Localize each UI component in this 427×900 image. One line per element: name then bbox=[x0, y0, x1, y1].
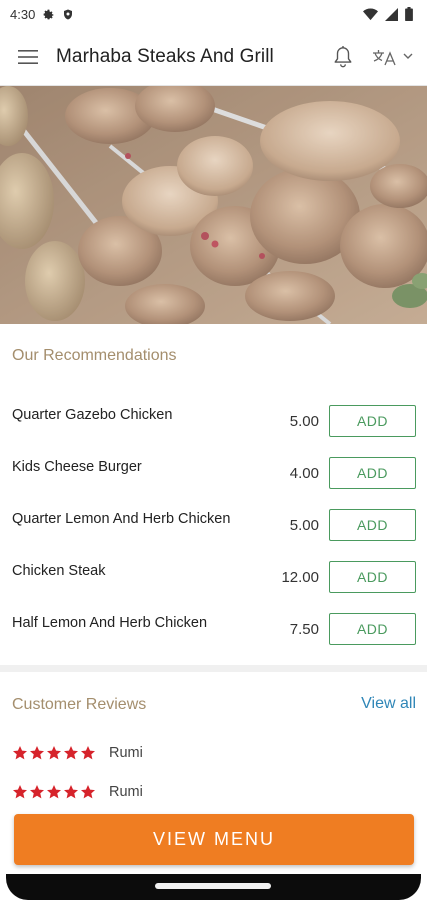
status-right bbox=[363, 7, 413, 21]
hero-food-image bbox=[0, 86, 427, 324]
view-menu-button[interactable]: VIEW MENU bbox=[14, 814, 414, 865]
signal-icon bbox=[385, 7, 398, 21]
star-icon bbox=[64, 785, 78, 799]
notifications-button[interactable] bbox=[323, 28, 363, 86]
review-item: Rumi bbox=[12, 784, 143, 800]
status-bar: 4:30 bbox=[0, 0, 427, 28]
reviews-title: Customer Reviews bbox=[12, 696, 147, 713]
list-item: Quarter Lemon And Herb Chicken 5.00 ADD bbox=[0, 497, 427, 549]
reviewer-name: Rumi bbox=[109, 745, 143, 761]
item-name: Quarter Lemon And Herb Chicken bbox=[12, 511, 231, 527]
review-item: Rumi bbox=[12, 745, 143, 761]
gesture-handle[interactable] bbox=[155, 883, 271, 889]
list-item: Half Lemon And Herb Chicken 7.50 ADD bbox=[0, 601, 427, 653]
star-icon bbox=[81, 785, 95, 799]
app-bar: Marhaba Steaks And Grill bbox=[0, 28, 427, 86]
status-time: 4:30 bbox=[10, 6, 36, 22]
menu-button[interactable] bbox=[0, 28, 56, 86]
star-rating bbox=[12, 784, 96, 800]
star-icon bbox=[30, 746, 44, 760]
item-name: Half Lemon And Herb Chicken bbox=[12, 615, 208, 631]
add-button[interactable]: ADD bbox=[329, 405, 416, 437]
recommendations-list: Quarter Gazebo Chicken 5.00 ADD Kids Che… bbox=[0, 393, 427, 653]
bell-icon bbox=[334, 45, 352, 67]
item-price: 5.00 bbox=[289, 517, 319, 534]
star-icon bbox=[64, 746, 78, 760]
star-rating bbox=[12, 745, 96, 761]
star-icon bbox=[30, 785, 44, 799]
system-nav-bar bbox=[0, 874, 427, 900]
status-left: 4:30 bbox=[10, 7, 74, 22]
recommendations-title: Our Recommendations bbox=[12, 347, 177, 364]
add-button[interactable]: ADD bbox=[329, 509, 416, 541]
section-divider bbox=[0, 665, 427, 672]
add-button[interactable]: ADD bbox=[329, 561, 416, 593]
reviewer-name: Rumi bbox=[109, 784, 143, 800]
item-price: 5.00 bbox=[289, 413, 319, 430]
shield-icon bbox=[64, 9, 73, 19]
view-all-link[interactable]: View all bbox=[361, 695, 416, 713]
item-price: 4.00 bbox=[289, 465, 319, 482]
item-price: 12.00 bbox=[281, 569, 319, 586]
language-selector[interactable] bbox=[363, 28, 421, 86]
translate-icon bbox=[373, 49, 396, 65]
item-name: Chicken Steak bbox=[12, 563, 106, 579]
star-icon bbox=[13, 785, 27, 799]
star-icon bbox=[81, 746, 95, 760]
chevron-down-icon bbox=[403, 53, 413, 59]
settings-icon bbox=[43, 9, 54, 19]
item-name: Quarter Gazebo Chicken bbox=[12, 407, 173, 423]
star-icon bbox=[47, 746, 61, 760]
add-button[interactable]: ADD bbox=[329, 457, 416, 489]
list-item: Chicken Steak 12.00 ADD bbox=[0, 549, 427, 601]
grilled-skewers-image bbox=[0, 86, 427, 324]
star-icon bbox=[47, 785, 61, 799]
star-icon bbox=[13, 746, 27, 760]
wifi-icon bbox=[363, 8, 378, 20]
item-name: Kids Cheese Burger bbox=[12, 459, 142, 475]
battery-icon bbox=[405, 7, 413, 21]
page-title: Marhaba Steaks And Grill bbox=[56, 45, 274, 67]
hamburger-menu-icon bbox=[18, 49, 38, 64]
list-item: Kids Cheese Burger 4.00 ADD bbox=[0, 445, 427, 497]
list-item: Quarter Gazebo Chicken 5.00 ADD bbox=[0, 393, 427, 445]
add-button[interactable]: ADD bbox=[329, 613, 416, 645]
item-price: 7.50 bbox=[289, 621, 319, 638]
